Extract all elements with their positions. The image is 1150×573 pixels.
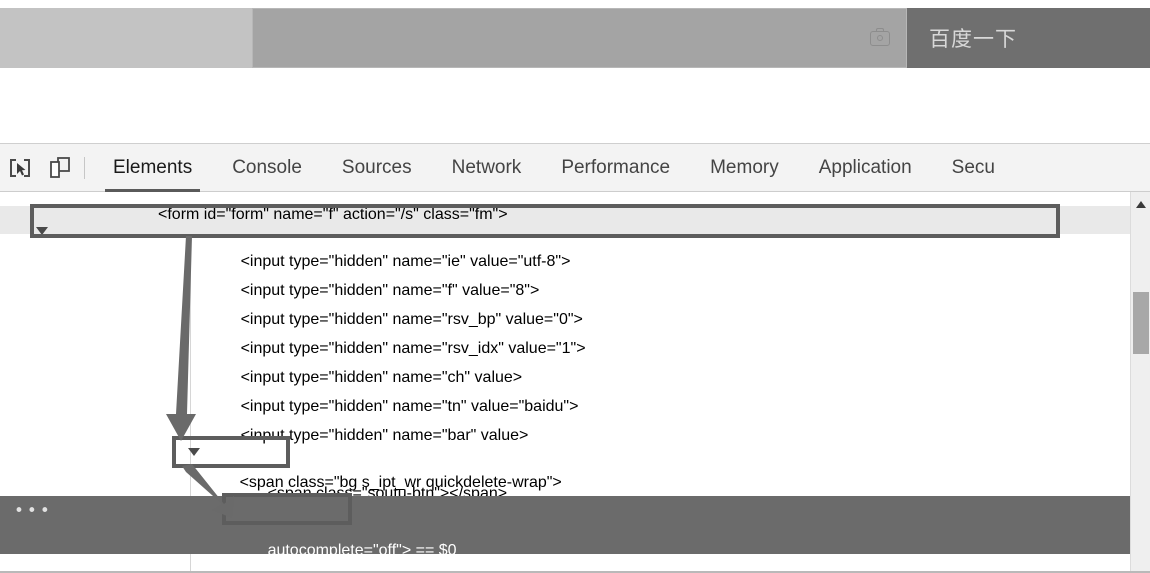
page-viewport: 百度一下 <box>0 0 1150 143</box>
baidu-search-bar: 百度一下 <box>0 8 1150 68</box>
toolbar-divider <box>84 156 85 179</box>
search-submit-button[interactable]: 百度一下 <box>907 8 1150 68</box>
devtools-tab-list: Elements Console Sources Network Perform… <box>93 144 1150 192</box>
dom-row-form[interactable]: <form id="form" name="f" action="/s" cla… <box>0 206 1130 235</box>
dom-row-partial[interactable]: )"> </a> <box>0 192 1130 206</box>
dom-row-input-rsvidx[interactable]: <input type="hidden" name="rsv_idx" valu… <box>0 322 1130 357</box>
overflow-ellipsis[interactable]: ••• <box>14 501 53 520</box>
tab-sources[interactable]: Sources <box>322 144 432 192</box>
search-input-highlighted[interactable] <box>252 8 907 68</box>
device-toolbar-icon[interactable] <box>40 144 80 192</box>
tab-network[interactable]: Network <box>432 144 542 192</box>
tab-console[interactable]: Console <box>212 144 322 192</box>
camera-icon[interactable] <box>870 28 892 48</box>
dom-row-input-kw-continued[interactable]: autocomplete="off"> == $0 <box>0 524 1130 559</box>
devtools-panel: Elements Console Sources Network Perform… <box>0 143 1150 573</box>
dom-row-input-ie[interactable]: <input type="hidden" name="ie" value="ut… <box>0 235 1130 270</box>
tab-memory[interactable]: Memory <box>690 144 799 192</box>
expand-triangle-icon[interactable] <box>35 227 48 235</box>
scroll-up-arrow-icon[interactable] <box>1136 201 1146 208</box>
dom-row-input-kw[interactable]: ••• <input id="kw" name="wd" class="s_ip… <box>0 496 1130 549</box>
expand-triangle-icon[interactable] <box>188 448 200 456</box>
dom-row-input-f[interactable]: <input type="hidden" name="f" value="8"> <box>0 264 1130 299</box>
dom-row-input-tn[interactable]: <input type="hidden" name="tn" value="ba… <box>0 380 1130 415</box>
scrollbar-thumb[interactable] <box>1133 292 1149 354</box>
dom-row-input-ch[interactable]: <input type="hidden" name="ch" value> <box>0 351 1130 386</box>
tab-application[interactable]: Application <box>799 144 932 192</box>
tab-security[interactable]: Secu <box>932 144 1015 192</box>
screenshot-root: 百度一下 Elements Console Sources Network Pe… <box>0 0 1150 573</box>
inspect-element-icon[interactable] <box>0 144 40 192</box>
devtools-toolbar: Elements Console Sources Network Perform… <box>0 144 1150 192</box>
dom-row-input-rsvbp[interactable]: <input type="hidden" name="rsv_bp" value… <box>0 293 1130 328</box>
search-bar-left-highlight <box>0 8 252 68</box>
tab-elements[interactable]: Elements <box>93 144 212 192</box>
dom-row-input-bar[interactable]: <input type="hidden" name="bar" value> <box>0 409 1130 444</box>
tab-performance[interactable]: Performance <box>541 144 690 192</box>
dom-row-span-soutu[interactable]: <span class="soutu-btn"></span> <box>0 467 1130 502</box>
dom-tree-area[interactable]: )"> </a> <form id="form" name="f" action… <box>0 192 1150 573</box>
dom-row-span-wrap[interactable]: <span class="bg s_ipt_wr quickdelete-wra… <box>0 438 1130 491</box>
vertical-scrollbar[interactable] <box>1130 192 1150 573</box>
